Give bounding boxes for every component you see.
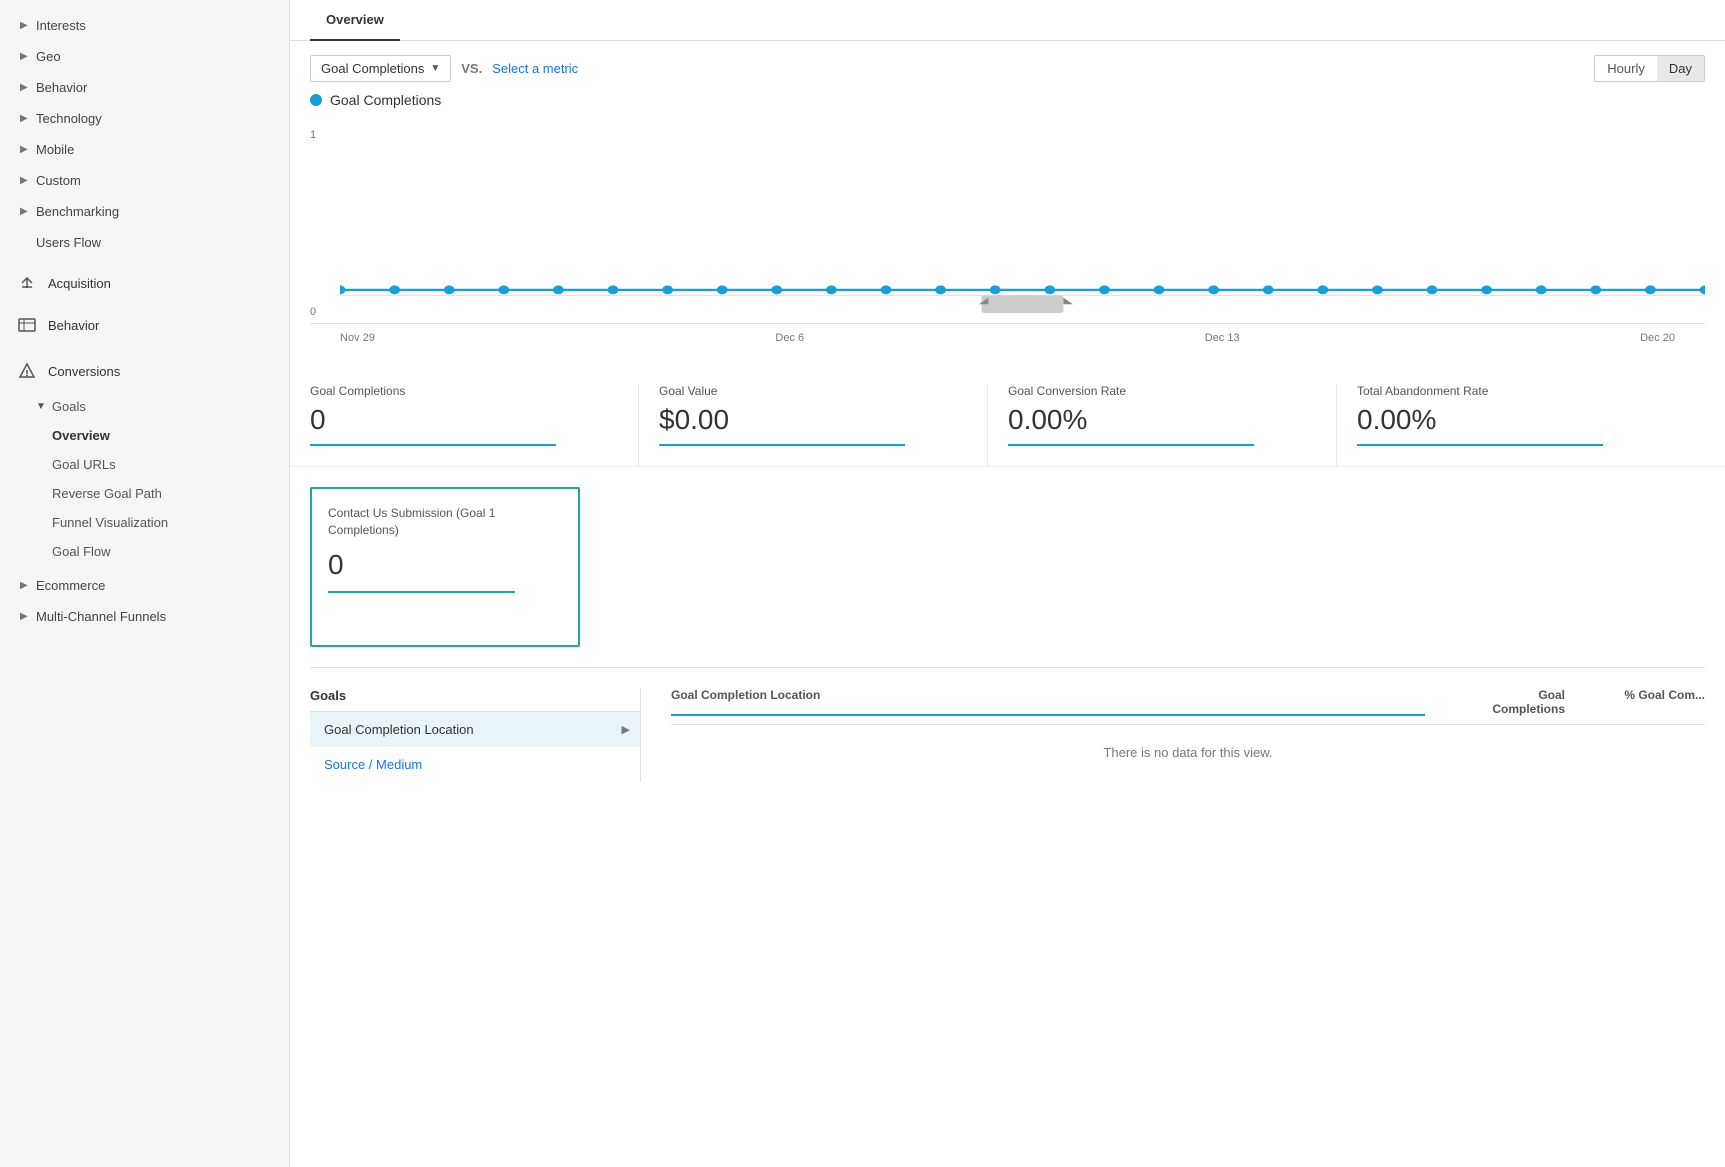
vs-label: VS. [461, 61, 482, 76]
goals-section-title: Goals [310, 688, 640, 712]
chart-legend-label: Goal Completions [330, 92, 441, 108]
select-metric-link[interactable]: Select a metric [492, 61, 578, 76]
metric-card-completions: Goal Completions 0 [310, 384, 639, 466]
date-dec6: Dec 6 [775, 332, 804, 344]
chart-y-bottom: 0 [310, 306, 316, 318]
chart-container: 1 0 [310, 124, 1705, 324]
goal-card-underline [328, 591, 515, 593]
goals-left: Goals Goal Completion Location ▶ Source … [310, 688, 640, 782]
legend-dot [310, 94, 322, 106]
goal-cards-row: Contact Us Submission (Goal 1 Completion… [290, 467, 1725, 667]
chart-svg [340, 124, 1705, 323]
goals-section: Goals Goal Completion Location ▶ Source … [290, 668, 1725, 802]
date-nov29: Nov 29 [340, 332, 375, 344]
day-button[interactable]: Day [1657, 56, 1704, 81]
sidebar-item-mobile[interactable]: ▶ Mobile [0, 134, 289, 165]
sidebar-item-users-flow[interactable]: ▶ Users Flow [0, 227, 289, 258]
sidebar-goal-flow[interactable]: Goal Flow [52, 537, 289, 566]
metric-title-value: Goal Value [659, 384, 967, 398]
sidebar-goals-label[interactable]: ▼ Goals [0, 392, 289, 421]
table-col-completions: GoalCompletions [1445, 688, 1565, 716]
arrow-icon: ▶ [20, 206, 30, 217]
sidebar-acquisition[interactable]: Acquisition [0, 262, 289, 304]
metric-card-conversion-rate: Goal Conversion Rate 0.00% [1008, 384, 1337, 466]
dropdown-arrow-icon: ▼ [430, 63, 440, 74]
chart-y-top: 1 [310, 129, 316, 141]
sidebar: ▶ Interests ▶ Geo ▶ Behavior ▶ Technolog… [0, 0, 290, 1167]
sidebar-item-geo[interactable]: ▶ Geo [0, 41, 289, 72]
goals-right: Goal Completion Location GoalCompletions… [640, 688, 1705, 782]
sidebar-goal-urls[interactable]: Goal URLs [52, 450, 289, 479]
arrow-icon: ▶ [20, 82, 30, 93]
sidebar-reverse-goal-path[interactable]: Reverse Goal Path [52, 479, 289, 508]
table-empty-message: There is no data for this view. [671, 725, 1705, 780]
arrow-icon: ▶ [20, 611, 30, 622]
behavior-icon [16, 314, 38, 336]
goals-list-item-source-medium[interactable]: Source / Medium [310, 747, 640, 782]
goals-list-item-completion-location[interactable]: Goal Completion Location ▶ [310, 712, 640, 747]
sidebar-item-behavior[interactable]: ▶ Behavior [0, 72, 289, 103]
goal-card-title: Contact Us Submission (Goal 1 Completion… [328, 505, 562, 539]
chart-legend: Goal Completions [310, 92, 1705, 108]
metric-underline-completions [310, 444, 556, 446]
date-dec20: Dec 20 [1640, 332, 1675, 344]
goal-card-1: Contact Us Submission (Goal 1 Completion… [310, 487, 580, 647]
time-toggle: Hourly Day [1594, 55, 1705, 82]
conversions-icon [16, 360, 38, 382]
tab-bar: Overview [290, 0, 1725, 41]
hourly-button[interactable]: Hourly [1595, 56, 1657, 81]
arrow-icon: ▶ [20, 113, 30, 124]
acquisition-icon [16, 272, 38, 294]
sidebar-behavior-main[interactable]: Behavior [0, 304, 289, 346]
sidebar-multichannel[interactable]: ▶ Multi-Channel Funnels [0, 601, 289, 632]
metric-dropdown[interactable]: Goal Completions ▼ [310, 55, 451, 82]
metric-underline-value [659, 444, 905, 446]
metric-value-value: $0.00 [659, 404, 967, 436]
arrow-icon: ▶ [20, 20, 30, 31]
arrow-icon: ▶ [20, 144, 30, 155]
sidebar-item-benchmarking[interactable]: ▶ Benchmarking [0, 196, 289, 227]
sidebar-item-technology[interactable]: ▶ Technology [0, 103, 289, 134]
metric-card-value: Goal Value $0.00 [659, 384, 988, 466]
sidebar-item-custom[interactable]: ▶ Custom [0, 165, 289, 196]
sidebar-conversions[interactable]: Conversions [0, 350, 289, 392]
metric-value-completions: 0 [310, 404, 618, 436]
table-col-main: Goal Completion Location [671, 688, 1425, 716]
metric-title-abandonment: Total Abandonment Rate [1357, 384, 1665, 398]
sidebar-ecommerce[interactable]: ▶ Ecommerce [0, 570, 289, 601]
main-content: Overview Goal Completions ▼ VS. Select a… [290, 0, 1725, 1167]
metrics-row: Goal Completions 0 Goal Value $0.00 Goal… [290, 364, 1725, 467]
metric-card-abandonment: Total Abandonment Rate 0.00% [1357, 384, 1685, 466]
arrow-down-icon: ▼ [36, 401, 46, 412]
metric-value-abandonment: 0.00% [1357, 404, 1665, 436]
sidebar-funnel-visualization[interactable]: Funnel Visualization [52, 508, 289, 537]
audience-section: ▶ Interests ▶ Geo ▶ Behavior ▶ Technolog… [0, 10, 289, 258]
sidebar-item-interests[interactable]: ▶ Interests [0, 10, 289, 41]
chart-area: Goal Completions 1 0 [290, 92, 1725, 364]
goals-sub-menu: Overview Goal URLs Reverse Goal Path Fun… [0, 421, 289, 566]
arrow-icon: ▶ [20, 580, 30, 591]
chart-dates: Nov 29 Dec 6 Dec 13 Dec 20 [310, 324, 1705, 344]
arrow-icon: ▶ [20, 175, 30, 186]
tab-overview[interactable]: Overview [310, 0, 400, 41]
arrow-right-icon: ▶ [622, 723, 630, 736]
metric-value-conversion-rate: 0.00% [1008, 404, 1316, 436]
metric-title-conversion-rate: Goal Conversion Rate [1008, 384, 1316, 398]
sidebar-goals-overview[interactable]: Overview [52, 421, 289, 450]
metric-underline-abandonment [1357, 444, 1603, 446]
date-dec13: Dec 13 [1205, 332, 1240, 344]
conversions-section: Conversions ▼ Goals Overview Goal URLs R… [0, 346, 289, 632]
arrow-icon: ▶ [20, 51, 30, 62]
metric-underline-conversion-rate [1008, 444, 1254, 446]
toolbar-left: Goal Completions ▼ VS. Select a metric [310, 55, 578, 82]
metric-title-completions: Goal Completions [310, 384, 618, 398]
table-header: Goal Completion Location GoalCompletions… [671, 688, 1705, 725]
goal-card-value: 0 [328, 549, 562, 581]
toolbar: Goal Completions ▼ VS. Select a metric H… [290, 41, 1725, 92]
table-col-percent: % Goal Com... [1585, 688, 1705, 716]
